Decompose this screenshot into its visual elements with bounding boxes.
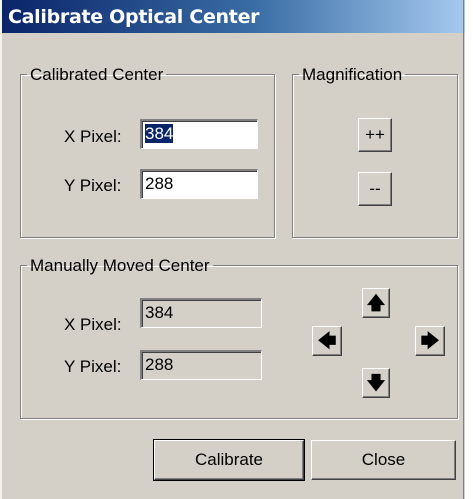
move-down-button[interactable]: 🡇: [362, 368, 390, 398]
calibrated-y-label: Y Pixel:: [64, 176, 122, 195]
manual-x-field: 384: [140, 298, 262, 328]
calibrated-x-value: 384: [145, 124, 174, 143]
manual-center-group: Manually Moved Center: [20, 257, 458, 419]
calibrated-center-group: Calibrated Center: [20, 66, 275, 238]
calibrated-center-legend: Calibrated Center: [30, 65, 164, 84]
arrow-left-icon: 🡄: [317, 331, 337, 351]
calibrated-y-input[interactable]: 288: [140, 169, 258, 199]
move-up-button[interactable]: 🡅: [362, 288, 390, 318]
calibrated-y-value: 288: [145, 174, 174, 193]
move-right-button[interactable]: 🡆: [415, 326, 445, 356]
calibrated-x-input[interactable]: 384: [140, 119, 258, 149]
arrow-down-icon: 🡇: [366, 373, 386, 393]
magnification-group: Magnification: [292, 66, 458, 238]
manual-x-label: X Pixel:: [64, 315, 122, 334]
zoom-in-button[interactable]: ++: [358, 118, 392, 152]
manual-y-value: 288: [145, 355, 174, 374]
manual-y-label: Y Pixel:: [64, 357, 122, 376]
zoom-out-button[interactable]: --: [358, 172, 392, 206]
window-edge: [463, 0, 464, 499]
calibrate-dialog: Calibrate Optical Center Calibrated Cent…: [0, 0, 465, 499]
manual-x-value: 384: [145, 303, 174, 322]
move-left-button[interactable]: 🡄: [312, 326, 342, 356]
close-button[interactable]: Close: [311, 440, 456, 480]
arrow-up-icon: 🡅: [366, 293, 386, 313]
window-title: Calibrate Optical Center: [8, 6, 260, 28]
manual-center-legend: Manually Moved Center: [30, 256, 210, 275]
calibrated-x-label: X Pixel:: [64, 127, 122, 146]
title-bar[interactable]: Calibrate Optical Center: [2, 0, 465, 33]
manual-y-field: 288: [140, 350, 262, 380]
calibrate-button[interactable]: Calibrate: [153, 439, 305, 481]
arrow-right-icon: 🡆: [420, 331, 440, 351]
magnification-legend: Magnification: [302, 65, 403, 84]
